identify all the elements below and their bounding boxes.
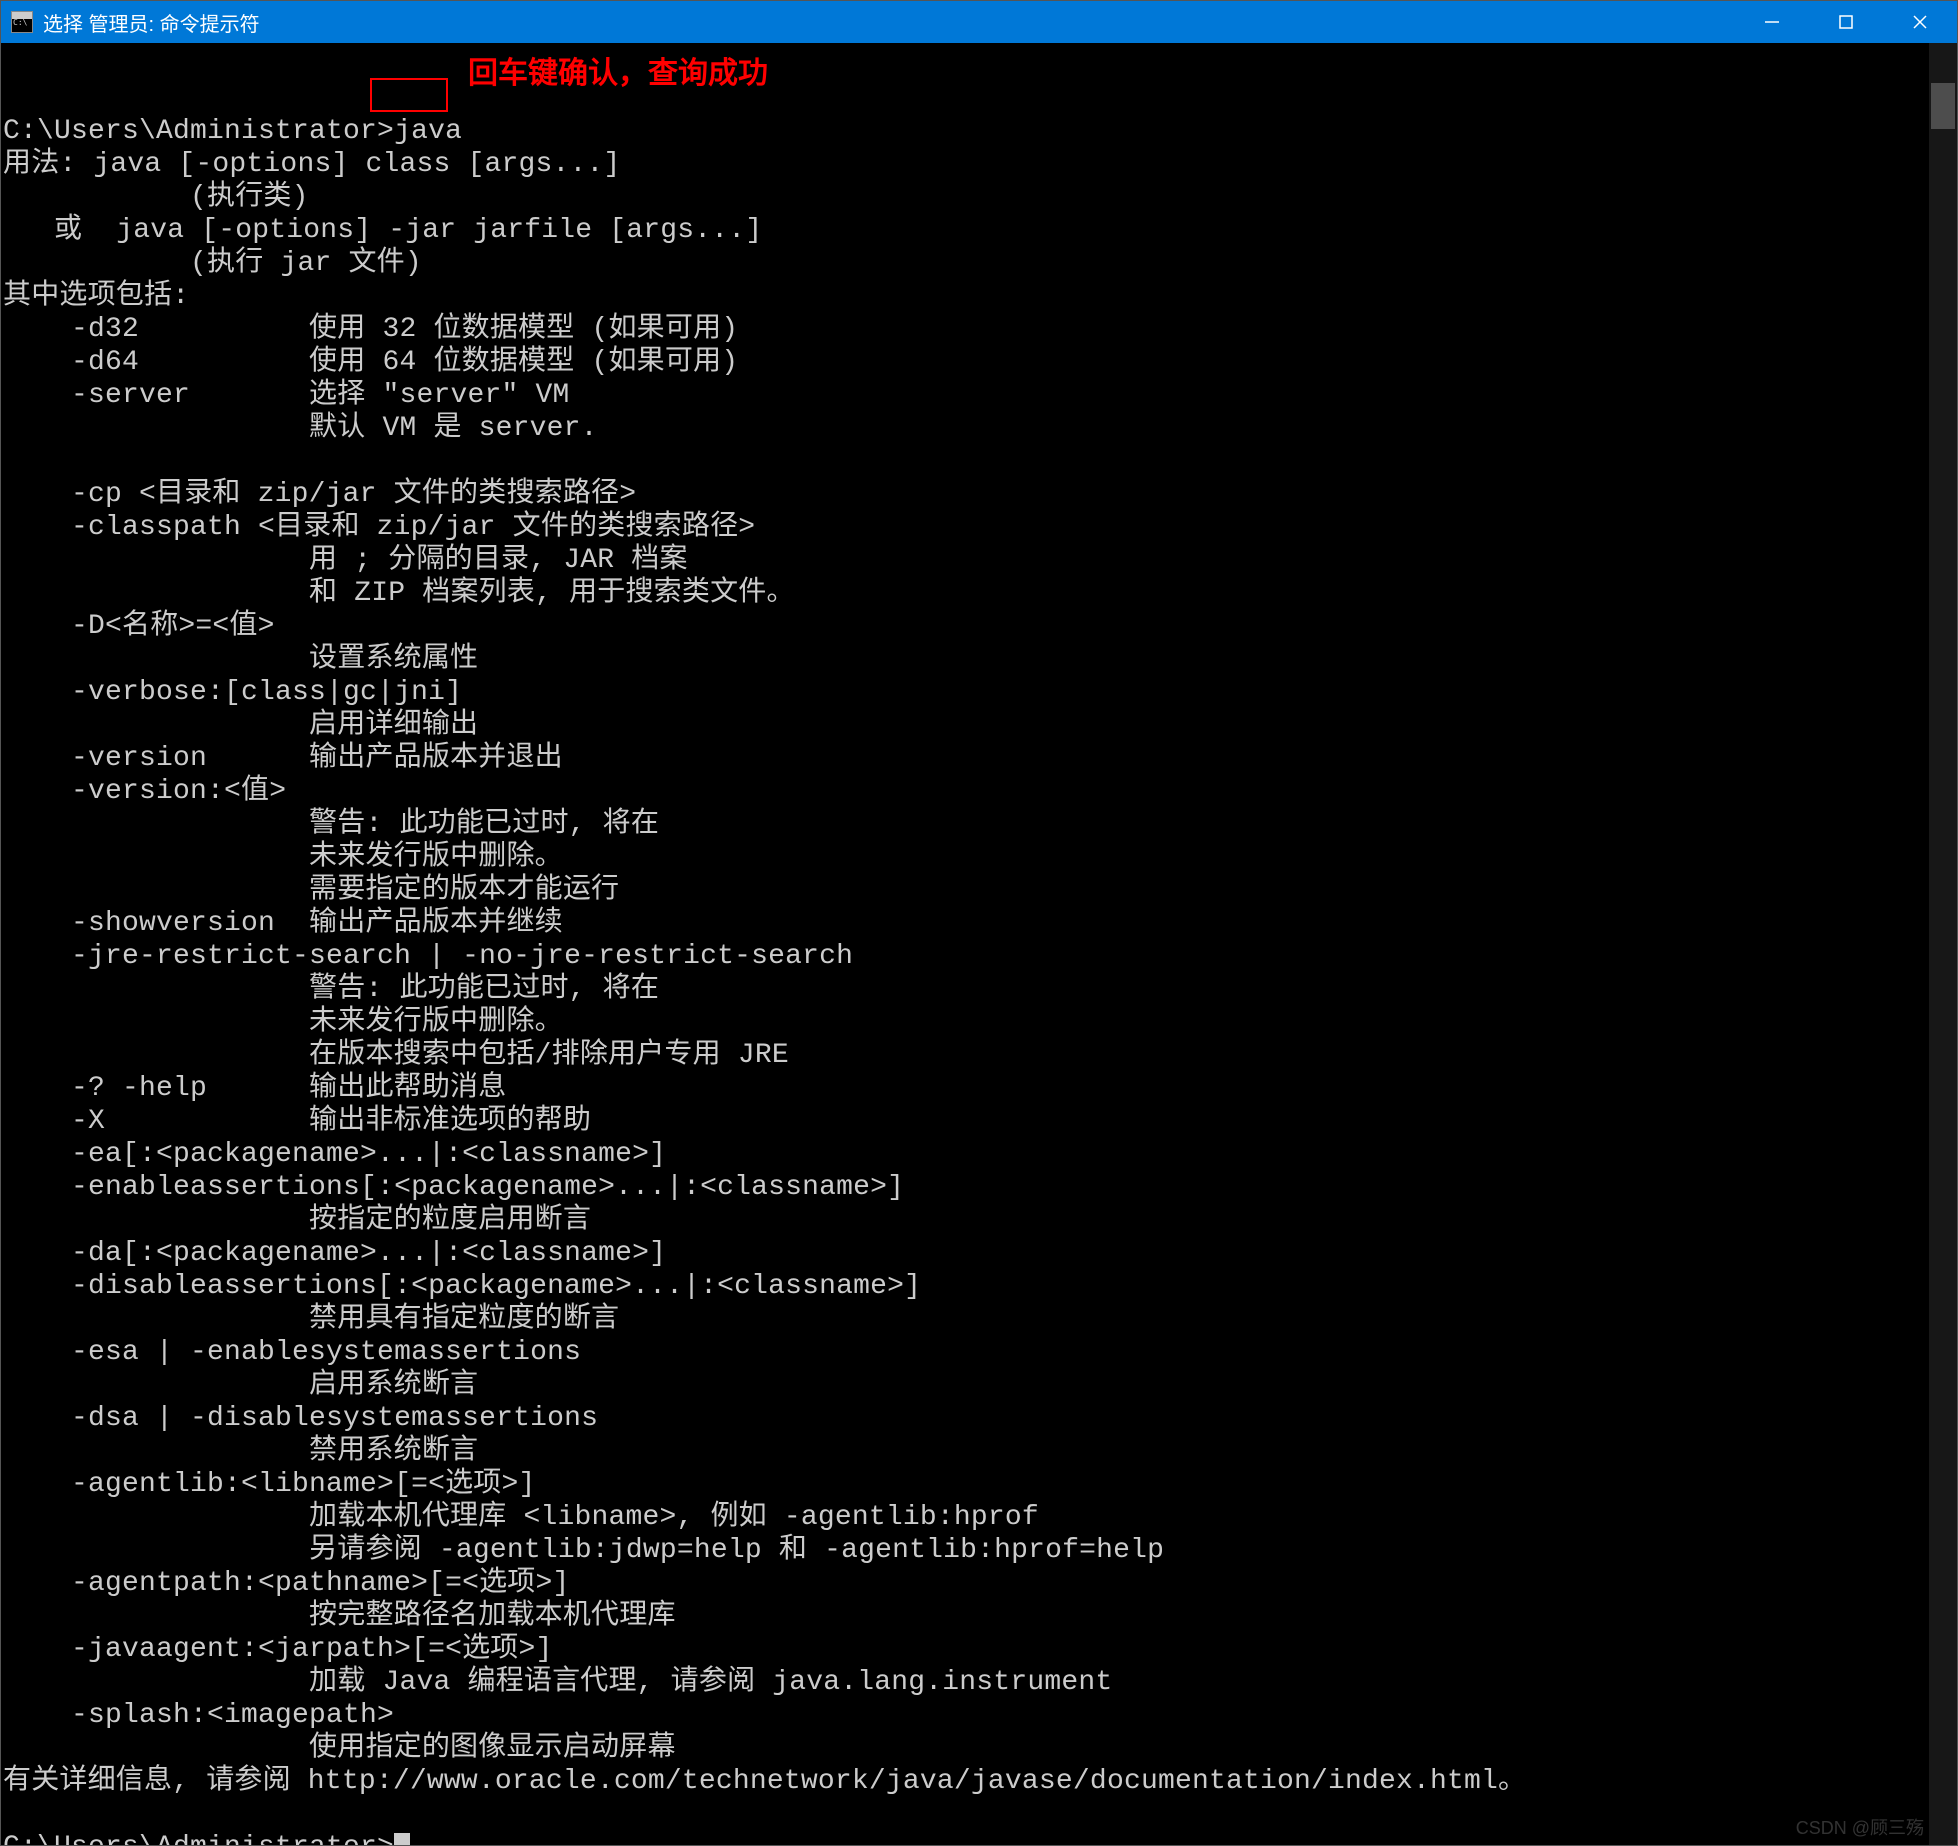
command-prompt-window: 选择 管理员: 命令提示符 C:\Users\Administrator>jav… xyxy=(0,0,1958,1846)
terminal-area: C:\Users\Administrator>java 用法: java [-o… xyxy=(1,43,1957,1845)
minimize-button[interactable] xyxy=(1735,1,1809,43)
terminal-cursor xyxy=(394,1833,410,1845)
scroll-thumb[interactable] xyxy=(1931,83,1955,129)
cmd-icon xyxy=(11,11,33,33)
close-icon xyxy=(1912,14,1928,30)
maximize-icon xyxy=(1838,14,1854,30)
watermark: CSDN @顾三殇 xyxy=(1796,1814,1924,1840)
maximize-button[interactable] xyxy=(1809,1,1883,43)
titlebar[interactable]: 选择 管理员: 命令提示符 xyxy=(1,1,1957,43)
annotation-text: 回车键确认，查询成功 xyxy=(468,48,768,92)
window-title: 选择 管理员: 命令提示符 xyxy=(43,8,1735,37)
close-button[interactable] xyxy=(1883,1,1957,43)
minimize-icon xyxy=(1764,14,1780,30)
terminal-output[interactable]: C:\Users\Administrator>java 用法: java [-o… xyxy=(1,43,1929,1845)
window-controls xyxy=(1735,1,1957,43)
vertical-scrollbar[interactable] xyxy=(1929,43,1957,1845)
